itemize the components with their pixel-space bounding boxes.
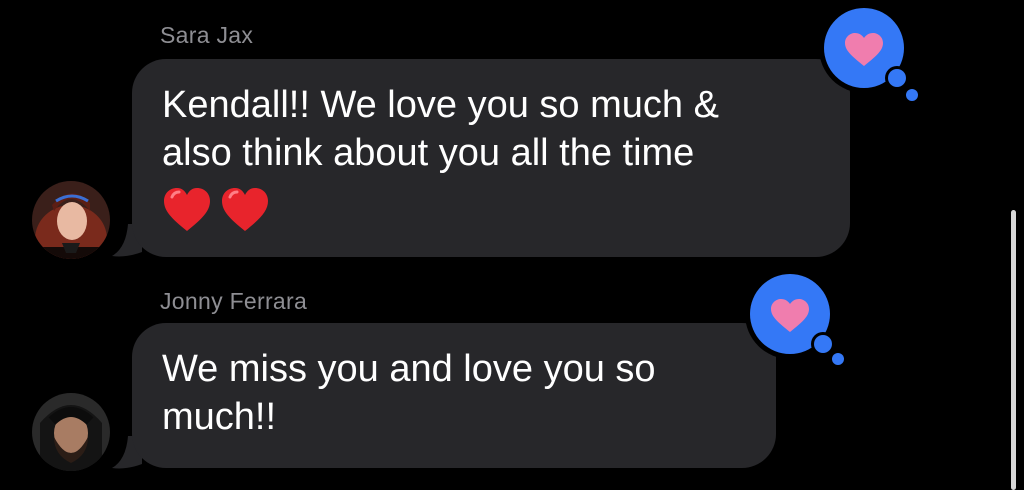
avatar-photo bbox=[32, 181, 110, 259]
sender-name: Sara Jax bbox=[160, 22, 254, 48]
avatar[interactable] bbox=[32, 181, 110, 259]
message-text: Kendall!! We love you so much & also thi… bbox=[162, 84, 719, 174]
sender-name: Jonny Ferrara bbox=[160, 288, 308, 314]
avatar-photo bbox=[32, 393, 110, 471]
scrollbar[interactable] bbox=[1011, 210, 1016, 490]
message-bubble[interactable]: Kendall!! We love you so much & also thi… bbox=[132, 59, 850, 257]
avatar[interactable] bbox=[32, 393, 110, 471]
message-text: We miss you and love you so much!! bbox=[162, 348, 656, 438]
emoji-row bbox=[162, 187, 270, 233]
heart-reaction-icon[interactable] bbox=[812, 0, 924, 104]
red-heart-emoji-icon bbox=[222, 188, 268, 231]
message-bubble[interactable]: We miss you and love you so much!! bbox=[132, 323, 776, 468]
red-heart-emoji-icon bbox=[164, 188, 210, 231]
heart-reaction-icon[interactable] bbox=[738, 266, 850, 370]
